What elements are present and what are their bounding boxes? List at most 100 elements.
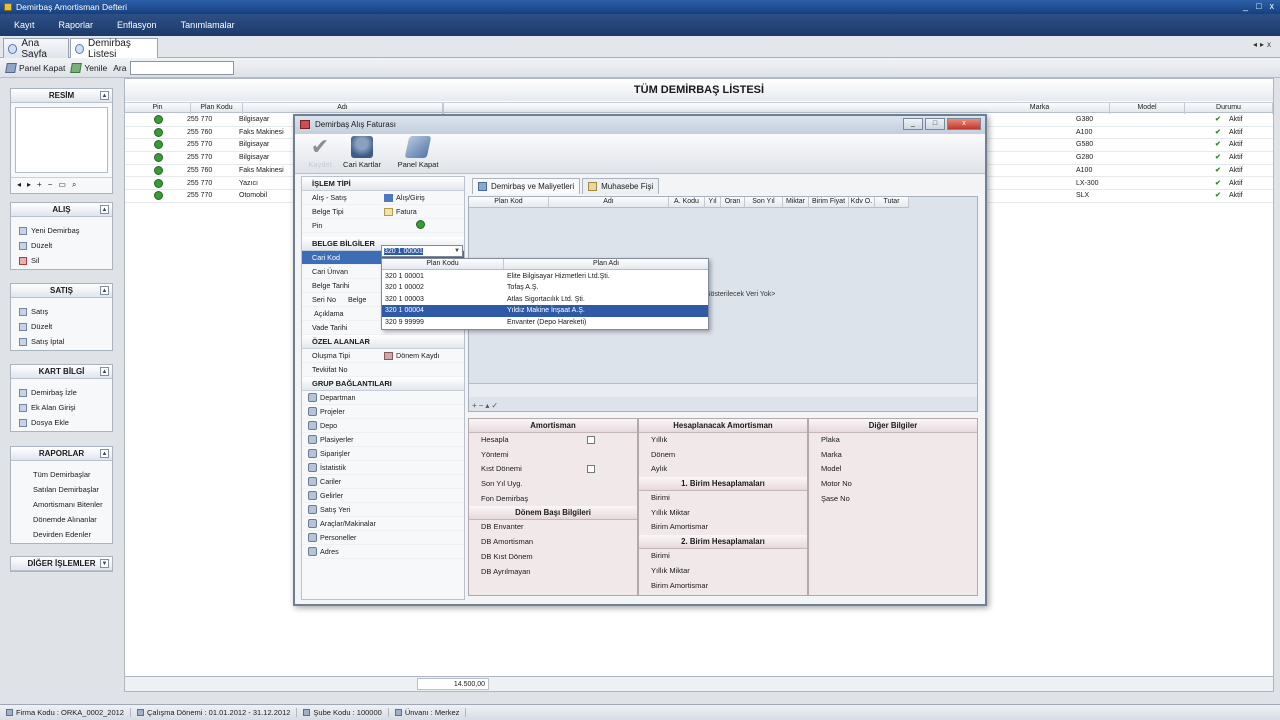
col-alis-tarih[interactable]	[443, 103, 444, 114]
group-link[interactable]: Personeller	[302, 531, 464, 545]
tab-muhasebe-fisi[interactable]: Muhasebe Fişi	[582, 178, 660, 194]
col-plan-kodu[interactable]: Plan Kodu	[191, 103, 243, 114]
satis-iptal-link[interactable]: Satış İptal	[11, 334, 112, 349]
menu-kayit[interactable]: Kayıt	[4, 20, 45, 30]
belge-tipi-row[interactable]: Belge Tipi Fatura	[302, 205, 464, 219]
group-link[interactable]: Araçlar/Makinalar	[302, 517, 464, 531]
group-link[interactable]: Depo	[302, 419, 464, 433]
kist-checkbox[interactable]	[587, 465, 595, 474]
menu-raporlar[interactable]: Raporlar	[49, 20, 104, 30]
plaka-row[interactable]: Plaka	[809, 433, 977, 448]
col-pin[interactable]: Pin	[125, 103, 191, 114]
grid-nav-icons[interactable]: +−▴✓	[472, 401, 500, 410]
tab-scroll-arrows[interactable]: ◂▸x	[1253, 40, 1274, 49]
dialog-panel-kapat-button[interactable]: Panel Kapat	[393, 136, 443, 169]
tab-demirbas-maliyet[interactable]: Demirbaş ve Maliyetleri	[472, 178, 581, 194]
remove-icon[interactable]: −	[48, 180, 53, 189]
kart-header[interactable]: KART BİLGİ ▲	[11, 365, 112, 379]
group-link[interactable]: Cariler	[302, 475, 464, 489]
resim-header[interactable]: RESİM ▲	[11, 89, 112, 103]
birim1-miktar-row[interactable]: Yıllık Miktar	[639, 506, 807, 521]
grid-col-header[interactable]: A. Kodu	[669, 197, 705, 208]
close-button[interactable]: x	[1270, 1, 1275, 11]
panel-kapat-button[interactable]: Panel Kapat	[5, 62, 65, 73]
birim1-amort-row[interactable]: Birim Amortismar	[639, 520, 807, 535]
cari-kod-combo[interactable]: 320 1 00001 ▼	[381, 245, 463, 257]
tab-ana-sayfa[interactable]: Ana Sayfa	[3, 38, 69, 60]
satis-link[interactable]: Satış	[11, 304, 112, 319]
dropdown-option[interactable]: 320 1 00001 Elite Bilgisayar Hizmetleri L…	[382, 271, 708, 282]
expand-icon[interactable]: ▼	[100, 559, 109, 568]
birim2-amort-row[interactable]: Birim Amortismar	[639, 579, 807, 594]
db-envanter-row[interactable]: DB Envanter	[469, 520, 637, 535]
ek-alan-link[interactable]: Ek Alan Girişi	[11, 400, 112, 415]
group-link[interactable]: İstatistik	[302, 461, 464, 475]
group-link[interactable]: Siparişler	[302, 447, 464, 461]
yontemi-row[interactable]: Yöntemi	[469, 448, 637, 463]
alis-header[interactable]: ALIŞ ▲	[11, 203, 112, 217]
rapor-tum-link[interactable]: Tüm Demirbaşlar	[11, 467, 112, 482]
fon-demirbas-row[interactable]: Fon Demirbaş	[469, 492, 637, 507]
rapor-alinanlar-link[interactable]: Dönemde Alınanlar	[11, 512, 112, 527]
hesapla-checkbox[interactable]	[587, 436, 595, 444]
db-kist-row[interactable]: DB Kıst Dönem	[469, 550, 637, 565]
dialog-close-button[interactable]: x	[947, 118, 981, 130]
grid-col-header[interactable]: Miktar	[783, 197, 809, 208]
raporlar-header[interactable]: RAPORLAR ▲	[11, 447, 112, 461]
menu-tanimlamalar[interactable]: Tanımlamalar	[171, 20, 245, 30]
grid-col-header[interactable]: Oran	[721, 197, 745, 208]
first-icon[interactable]: ◂	[17, 180, 21, 189]
tevkifat-row[interactable]: Tevkifat No	[302, 363, 464, 377]
group-link[interactable]: Satış Yeri	[302, 503, 464, 517]
dropdown-col-kod[interactable]: Plan Kodu	[382, 259, 504, 270]
group-link[interactable]: Projeler	[302, 405, 464, 419]
aylik-row[interactable]: Aylık	[639, 462, 807, 477]
olusma-tipi-row[interactable]: Oluşma Tipi Dönem Kaydı	[302, 349, 464, 363]
yeni-demirbas-link[interactable]: Yeni Demirbaş	[11, 223, 112, 238]
col-marka[interactable]: Marka	[970, 103, 1110, 114]
dropdown-col-ad[interactable]: Plan Adı	[504, 259, 708, 270]
next-icon[interactable]: ▸	[27, 180, 31, 189]
menu-enflasyon[interactable]: Enflasyon	[107, 20, 167, 30]
collapse-icon[interactable]: ▲	[100, 367, 109, 376]
collapse-icon[interactable]: ▲	[100, 286, 109, 295]
marka-row[interactable]: Marka	[809, 448, 977, 463]
maximize-button[interactable]: □	[1256, 1, 1261, 11]
dosya-ekle-link[interactable]: Dosya Ekle	[11, 415, 112, 430]
duzelt-link[interactable]: Düzelt	[11, 238, 112, 253]
rapor-devirden-link[interactable]: Devirden Edenler	[11, 527, 112, 542]
col-adi[interactable]: Adı	[243, 103, 443, 114]
zoom-icon[interactable]: ⌕	[72, 180, 76, 190]
grid-col-header[interactable]: Adı	[549, 197, 669, 208]
pin-row[interactable]: Pin	[302, 219, 464, 233]
col-model[interactable]: Model	[1110, 103, 1185, 114]
grid-col-header[interactable]: Tutar	[875, 197, 909, 208]
group-link[interactable]: Departman	[302, 391, 464, 405]
kist-donemi-row[interactable]: Kıst Dönemi	[469, 462, 637, 477]
chevron-down-icon[interactable]: ▼	[454, 246, 460, 257]
sase-no-row[interactable]: Şase No	[809, 492, 977, 507]
dialog-maximize-button[interactable]: □	[925, 118, 945, 130]
group-link[interactable]: Gelirler	[302, 489, 464, 503]
alis-satis-row[interactable]: Alış - Satış Alış/Giriş	[302, 191, 464, 205]
diger-header[interactable]: DİĞER İŞLEMLER ▼	[11, 557, 112, 571]
hesapla-row[interactable]: Hesapla	[469, 433, 637, 448]
rapor-bitenler-link[interactable]: Amortismanı Bitenler	[11, 497, 112, 512]
dropdown-option[interactable]: 320 1 00004 Yıldız Makine İnşaat A.Ş.	[382, 305, 708, 317]
grid-col-header[interactable]: Son Yıl	[745, 197, 783, 208]
grid-col-header[interactable]: Birim Fiyat	[809, 197, 849, 208]
dialog-minimize-button[interactable]: _	[903, 118, 923, 130]
sil-link[interactable]: Sil	[11, 253, 112, 268]
rapor-satilan-link[interactable]: Satılan Demirbaşlar	[11, 482, 112, 497]
son-yil-row[interactable]: Son Yıl Uyg.	[469, 477, 637, 492]
collapse-icon[interactable]: ▲	[100, 449, 109, 458]
collapse-icon[interactable]: ▲	[100, 91, 109, 100]
db-ayrilmayan-row[interactable]: DB Ayrılmayan	[469, 565, 637, 580]
minimize-button[interactable]: _	[1243, 1, 1248, 11]
col-durumu[interactable]: Durumu	[1185, 103, 1273, 114]
cari-kartlar-button[interactable]: Cari Kartlar	[337, 136, 387, 169]
add-icon[interactable]: +	[37, 180, 42, 189]
db-amortisman-row[interactable]: DB Amortisman	[469, 535, 637, 550]
grid-col-header[interactable]: Kdv O.	[849, 197, 875, 208]
yenile-button[interactable]: Yenile	[70, 62, 107, 73]
